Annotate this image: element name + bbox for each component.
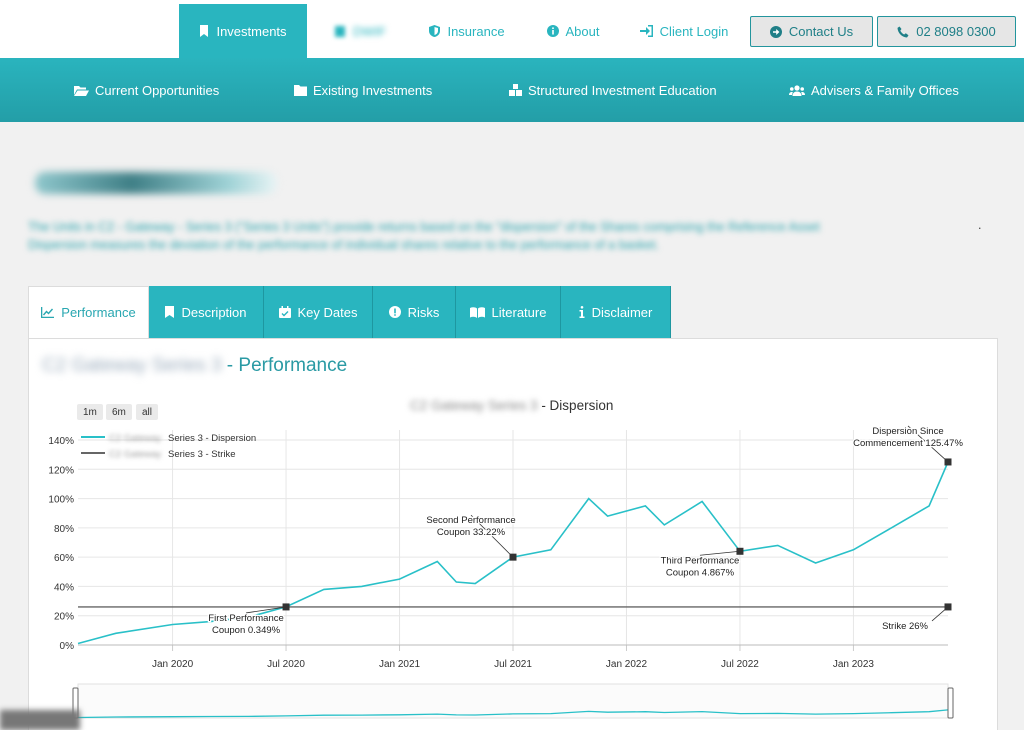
tab-description[interactable]: Description [149, 286, 264, 338]
shield-icon [429, 25, 441, 37]
phone-button[interactable]: 02 8098 0300 [877, 16, 1016, 47]
page-heading-blurred [35, 172, 277, 194]
range-6m-button[interactable]: 6m [106, 404, 132, 420]
top-navigation: Investments DWIF Insurance About Client … [0, 0, 1024, 58]
performance-heading-product: C2 Gateway Series 3 [42, 355, 222, 376]
performance-heading-suffix: - Performance [221, 355, 348, 376]
cubes-icon [509, 84, 522, 96]
contact-us-button[interactable]: Contact Us [750, 16, 873, 47]
tab-risks[interactable]: Risks [373, 286, 456, 338]
exclamation-icon [388, 306, 401, 318]
tab-literature[interactable]: Literature [456, 286, 561, 338]
blurred-corner [0, 710, 80, 730]
tab-performance[interactable]: Performance [28, 286, 149, 338]
description-line-1: The Units in C2 - Gateway - Series 3 ("S… [28, 220, 820, 234]
line-chart-icon [41, 307, 55, 318]
nav-client-login[interactable]: Client Login [632, 4, 736, 58]
product-description: The Units in C2 - Gateway - Series 3 ("S… [28, 218, 988, 254]
tab-key-dates[interactable]: Key Dates [264, 286, 373, 338]
bookmark-icon [165, 306, 175, 318]
folder-icon [294, 84, 307, 96]
description-line-1-end: . [978, 218, 982, 232]
nav-dwif[interactable]: DWIF [325, 4, 395, 58]
performance-panel [28, 338, 998, 730]
building-icon [334, 26, 345, 37]
sub-navigation: Current Opportunities Existing Investmen… [0, 58, 1024, 122]
calendar-check-icon [278, 306, 291, 318]
chart-title-product: C2 Gateway Series 3 [410, 398, 538, 413]
chart-title: C2 Gateway Series 3 - Dispersion [410, 398, 613, 413]
performance-heading: C2 Gateway Series 3 - Performance [42, 355, 347, 377]
range-all-button[interactable]: all [136, 404, 159, 420]
description-line-2: Dispersion measures the deviation of the… [28, 238, 659, 252]
users-icon [789, 84, 805, 96]
login-icon [639, 25, 653, 37]
folder-open-icon [74, 85, 89, 96]
phone-icon [897, 26, 909, 37]
nav-about[interactable]: About [538, 4, 608, 58]
subnav-advisers-family-offices[interactable]: Advisers & Family Offices [789, 58, 959, 122]
arrow-circle-right-icon [769, 25, 782, 38]
range-1m-button[interactable]: 1m [77, 404, 103, 420]
nav-insurance[interactable]: Insurance [422, 4, 512, 58]
subnav-current-opportunities[interactable]: Current Opportunities [74, 58, 219, 122]
nav-investments[interactable]: Investments [179, 4, 307, 58]
subnav-structured-investment-education[interactable]: Structured Investment Education [509, 58, 717, 122]
chart-title-suffix: - Dispersion [537, 398, 614, 413]
info-icon [579, 306, 585, 318]
subnav-existing-investments[interactable]: Existing Investments [294, 58, 432, 122]
tab-disclaimer[interactable]: Disclaimer [561, 286, 671, 338]
book-icon [469, 306, 485, 318]
bookmark-icon [200, 25, 209, 37]
info-icon [546, 25, 559, 37]
